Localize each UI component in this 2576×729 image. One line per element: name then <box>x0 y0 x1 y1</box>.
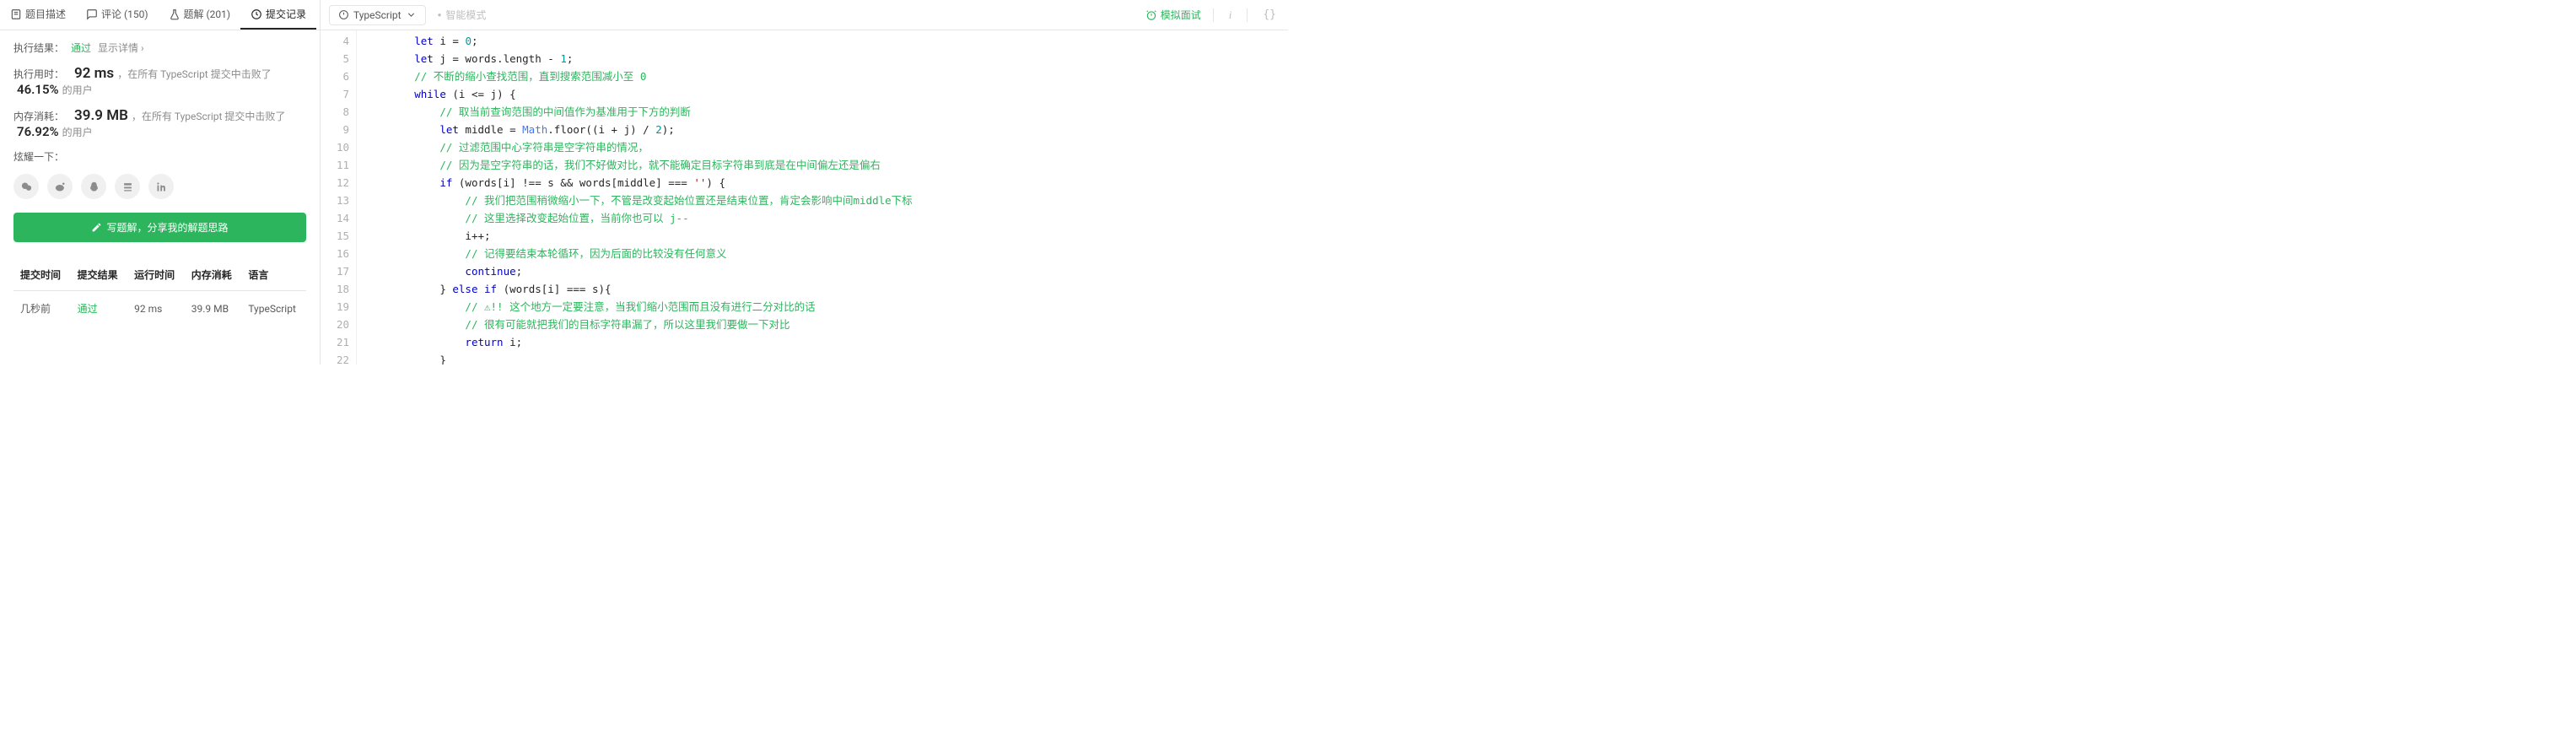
tab-label: 题目描述 <box>25 7 66 21</box>
share-icons <box>13 174 306 199</box>
table-row[interactable]: 几秒前通过92 ms39.9 MBTypeScript <box>13 291 306 327</box>
line-gutter: 45678910111213141516171819202122 <box>321 30 356 364</box>
th-runtime: 运行时间 <box>127 259 185 291</box>
mock-interview-button[interactable]: 模拟面试 <box>1145 8 1201 22</box>
qq-icon[interactable] <box>81 174 106 199</box>
brag-row: 炫耀一下： <box>13 149 306 164</box>
result-row: 执行结果： 通过 显示详情 › <box>13 40 306 55</box>
alarm-icon <box>1145 9 1157 21</box>
tab-label: 题解 (201) <box>184 7 231 21</box>
write-solution-button[interactable]: 写题解，分享我的解题思路 <box>13 213 306 242</box>
th-result: 提交结果 <box>71 259 128 291</box>
result-label: 执行结果： <box>13 40 64 55</box>
memory-value: 39.9 MB <box>74 107 128 124</box>
runtime-label: 执行用时： <box>13 67 64 81</box>
runtime-pct: 46.15% <box>17 82 59 97</box>
weibo-icon[interactable] <box>47 174 73 199</box>
linkedin-icon[interactable] <box>148 174 174 199</box>
th-time: 提交时间 <box>13 259 71 291</box>
code-content[interactable]: let i = 0; let j = words.length - 1; // … <box>356 30 1288 364</box>
runtime-row: 执行用时： 92 ms ，在所有 TypeScript 提交中击败了 46.15… <box>13 65 306 97</box>
submissions-table: 提交时间 提交结果 运行时间 内存消耗 语言 几秒前通过92 ms39.9 MB… <box>13 259 306 326</box>
tabs: 题目描述 评论 (150) 题解 (201) 提交记录 <box>0 0 320 30</box>
tab-label: 提交记录 <box>266 7 306 21</box>
th-memory: 内存消耗 <box>185 259 242 291</box>
chevron-down-icon <box>406 9 417 20</box>
tab-submissions[interactable]: 提交记录 <box>240 0 316 30</box>
history-icon <box>251 8 262 20</box>
tab-description[interactable]: 题目描述 <box>0 0 76 30</box>
runtime-value: 92 ms <box>74 65 114 82</box>
result-status: 通过 <box>71 40 91 55</box>
code-icon <box>338 9 349 20</box>
show-detail-link[interactable]: 显示详情 › <box>98 40 144 55</box>
brag-label: 炫耀一下： <box>13 149 64 164</box>
memory-label: 内存消耗： <box>13 109 64 123</box>
language-selector[interactable]: TypeScript <box>329 5 426 25</box>
code-editor[interactable]: 45678910111213141516171819202122 let i =… <box>321 30 1288 364</box>
tab-comments[interactable]: 评论 (150) <box>76 0 159 30</box>
wechat-icon[interactable] <box>13 174 39 199</box>
info-icon[interactable]: i <box>1226 8 1236 22</box>
braces-icon[interactable]: {} <box>1259 8 1280 21</box>
douban-icon[interactable] <box>115 174 140 199</box>
th-lang: 语言 <box>241 259 306 291</box>
tab-label: 评论 (150) <box>101 7 148 21</box>
comment-icon <box>86 8 98 20</box>
memory-pct: 76.92% <box>17 124 59 139</box>
pencil-icon <box>91 222 102 233</box>
memory-row: 内存消耗： 39.9 MB ，在所有 TypeScript 提交中击败了 76.… <box>13 107 306 139</box>
doc-icon <box>10 8 22 20</box>
flask-icon <box>169 8 181 20</box>
smart-mode[interactable]: 智能模式 <box>438 8 487 22</box>
tab-solutions[interactable]: 题解 (201) <box>159 0 241 30</box>
